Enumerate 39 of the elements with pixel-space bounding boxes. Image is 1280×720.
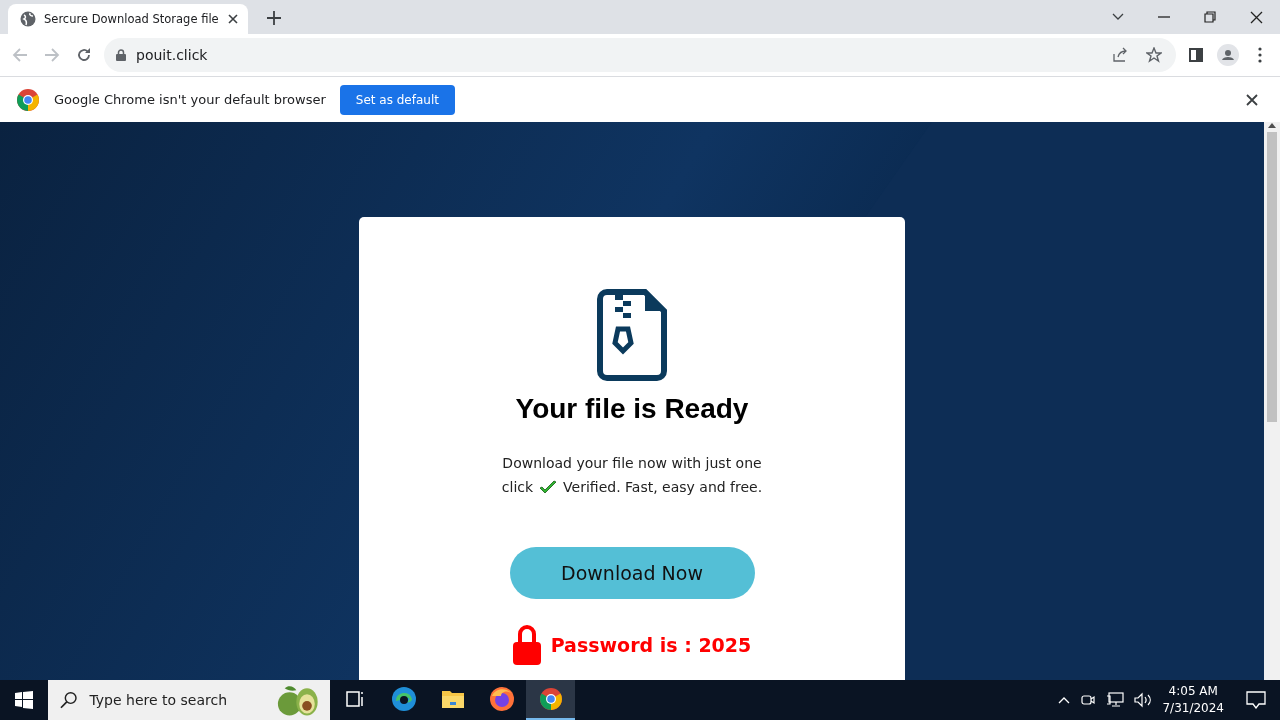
browser-tab[interactable]: Sercure Download Storage file (8, 4, 248, 34)
description-text: Download your file now with just one (502, 454, 762, 473)
default-browser-message: Google Chrome isn't your default browser (54, 92, 326, 107)
padlock-icon (512, 625, 541, 665)
notifications-icon[interactable] (1246, 691, 1266, 709)
scrollbar-thumb[interactable] (1267, 132, 1277, 422)
clock-date: 7/31/2024 (1162, 700, 1224, 717)
clock[interactable]: 4:05 AM 7/31/2024 (1162, 683, 1224, 717)
password-text: Password is : 2025 (550, 634, 752, 656)
set-default-button[interactable]: Set as default (339, 84, 455, 115)
chrome-icon (538, 687, 563, 711)
search-icon (60, 691, 78, 709)
windows-icon (15, 691, 33, 709)
description-text: click (501, 478, 534, 497)
address-bar[interactable]: pouit.click (104, 38, 1176, 72)
folder-icon (440, 689, 465, 709)
chrome-logo-icon (16, 87, 40, 112)
volume-icon[interactable] (1134, 692, 1153, 708)
clock-time: 4:05 AM (1168, 683, 1218, 700)
camera-icon[interactable] (1080, 692, 1097, 708)
scrollbar[interactable] (1264, 122, 1280, 680)
check-icon (539, 479, 558, 495)
taskbar-search-field[interactable]: Type here to search (48, 680, 330, 720)
search-input[interactable]: Type here to search (87, 691, 266, 709)
lock-icon (116, 49, 126, 61)
description-text: Verified. Fast, easy and free. (563, 478, 763, 497)
chevron-up-icon[interactable] (1058, 696, 1071, 704)
url-text: pouit.click (136, 47, 209, 63)
edge-icon (390, 686, 417, 712)
network-icon[interactable] (1106, 692, 1125, 708)
globe-icon (20, 11, 36, 27)
task-view-icon (344, 690, 365, 708)
firefox-icon (488, 686, 515, 712)
download-now-button[interactable]: Download Now (509, 547, 755, 599)
zip-file-icon (597, 289, 667, 381)
profile-avatar-icon[interactable] (1216, 43, 1240, 67)
tab-title: Sercure Download Storage file (44, 12, 219, 26)
taskbar-app-button[interactable] (526, 680, 575, 720)
heading: Your file is Ready (515, 393, 749, 425)
